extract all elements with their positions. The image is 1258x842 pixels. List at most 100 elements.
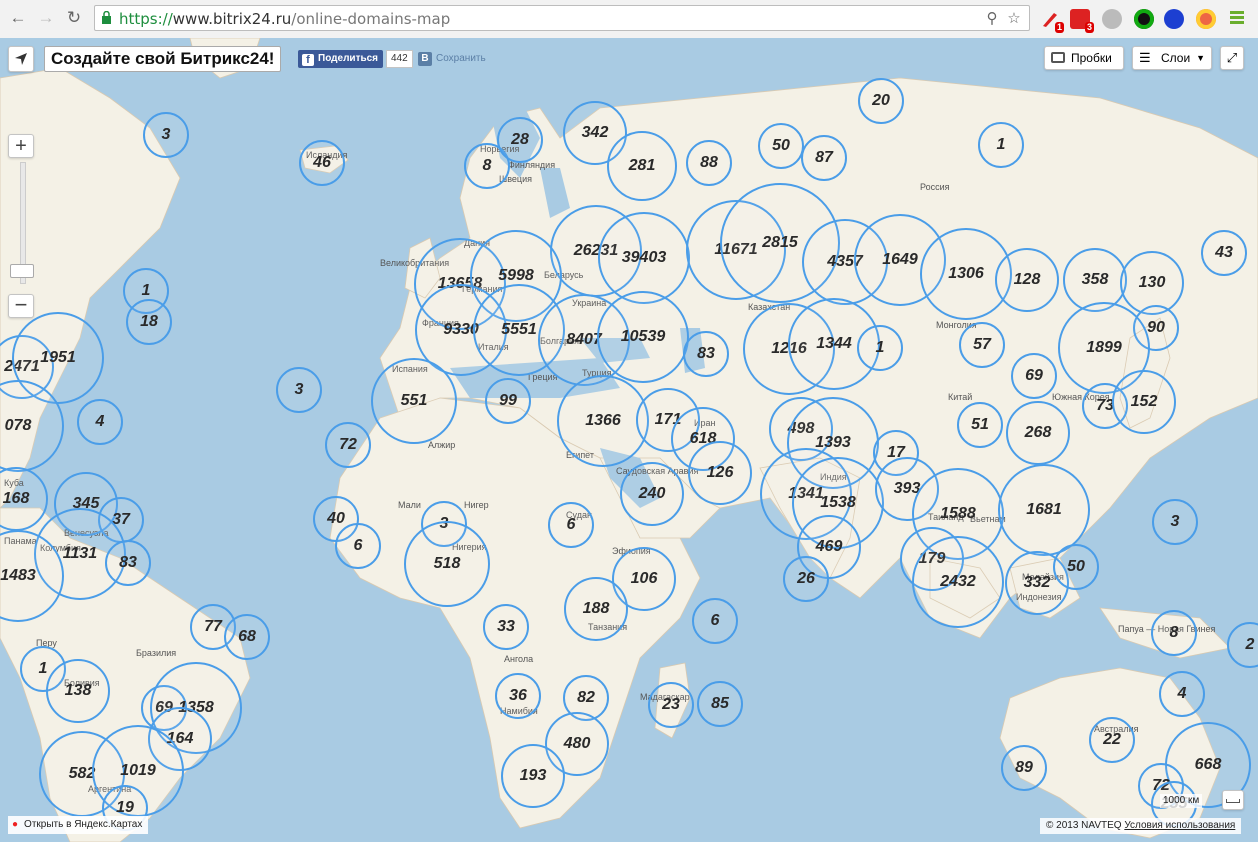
extension-globe-icon[interactable] <box>1102 9 1122 29</box>
cluster-count: 10539 <box>620 328 666 345</box>
cluster-count: 1538 <box>820 494 856 511</box>
extension-rocket-icon[interactable]: 1 <box>1040 9 1064 33</box>
cluster-count: 1588 <box>940 505 976 522</box>
cluster-count: 57 <box>973 336 991 353</box>
map-pin-icon: ● <box>12 819 19 830</box>
cluster-count: 1131 <box>62 545 98 562</box>
cluster-count: 188 <box>582 600 610 617</box>
vk-save-link[interactable]: Сохранить <box>436 52 486 66</box>
address-bar[interactable]: https://www.bitrix24.ru/online-domains-m… <box>94 5 1030 31</box>
reload-icon[interactable]: ↻ <box>64 8 84 28</box>
open-in-yandex-label: Открыть в Яндекс.Картах <box>24 819 143 830</box>
cluster-count: 1 <box>141 282 151 299</box>
cluster-count: 518 <box>433 555 461 572</box>
facebook-share-button[interactable]: f Поделиться <box>298 50 384 68</box>
cluster-count: 88 <box>700 154 718 171</box>
cluster-count: 1483 <box>0 567 36 584</box>
cluster-count: 130 <box>1138 274 1166 291</box>
url-scheme: https:// <box>119 10 173 28</box>
place-label: Ангола <box>504 654 534 664</box>
cluster-count: 46 <box>313 154 331 171</box>
url-path: /online-domains-map <box>291 10 451 28</box>
cluster-count: 83 <box>697 345 715 362</box>
expand-icon: ⤢ <box>1226 50 1238 65</box>
cluster-count: 1681 <box>1026 501 1062 518</box>
create-bitrix-button[interactable]: Создайте свой Битрикс24! <box>44 46 282 72</box>
cluster-count: 168 <box>2 490 30 507</box>
open-in-yandex-link[interactable]: ● Открыть в Яндекс.Картах <box>8 816 149 834</box>
cluster-count: 77 <box>204 618 222 635</box>
ruler-button[interactable] <box>1222 790 1244 810</box>
extension-bitrix-icon[interactable]: 3 <box>1070 9 1094 33</box>
share-count: 442 <box>386 50 413 68</box>
cluster-count: 1344 <box>816 335 852 352</box>
zoom-in-button[interactable]: + <box>8 134 34 158</box>
cluster-count: 72 <box>339 436 357 453</box>
locate-button[interactable] <box>8 46 34 72</box>
zoom-out-button[interactable]: − <box>8 294 34 318</box>
traffic-icon <box>1051 52 1065 63</box>
cluster-count: 1019 <box>120 762 156 779</box>
terms-link[interactable]: Условия использования <box>1124 820 1235 831</box>
cluster-count: 22 <box>1103 731 1121 748</box>
chevron-down-icon: ▼ <box>1196 53 1205 63</box>
cluster-count: 1306 <box>948 265 984 282</box>
zoom-slider-handle[interactable] <box>10 264 34 278</box>
cluster-count: 33 <box>497 618 515 635</box>
place-label: Нигер <box>464 500 489 510</box>
back-arrow-icon[interactable]: ← <box>8 8 28 28</box>
facebook-icon: f <box>302 54 314 66</box>
cluster-count: 5998 <box>498 267 534 284</box>
bookmark-star-icon[interactable]: ☆ <box>1005 10 1023 28</box>
cluster-count: 358 <box>1081 271 1109 288</box>
cluster-count: 1 <box>996 136 1006 153</box>
extension-camera-icon[interactable] <box>1134 9 1154 29</box>
cluster-count: 1 <box>875 339 885 356</box>
cluster-count: 4 <box>1177 685 1187 702</box>
cluster-count: 50 <box>772 137 790 154</box>
cluster-count: 18 <box>140 313 158 330</box>
cluster-count: 69 <box>1025 367 1043 384</box>
cluster-count: 6 <box>353 537 363 554</box>
fullscreen-button[interactable]: ⤢ <box>1220 46 1244 70</box>
vk-icon[interactable]: В <box>418 52 432 66</box>
cluster-count: 85 <box>711 695 729 712</box>
cluster-count: 480 <box>563 735 591 752</box>
cluster-count: 26 <box>797 570 815 587</box>
extension-chrome-icon[interactable] <box>1196 9 1216 29</box>
world-map[interactable]: Исландия Норвегия Финляндия Швеция Дания Вели… <box>0 38 1258 842</box>
cluster-count: 6 <box>566 516 576 533</box>
lock-icon <box>102 11 111 24</box>
place-label: Бразилия <box>136 648 177 658</box>
cluster-count: 40 <box>327 510 345 527</box>
cluster-count: 551 <box>400 392 428 409</box>
cluster-count: 20 <box>872 92 890 109</box>
copyright-text: © 2013 NAVTEQ <box>1046 820 1122 831</box>
scale-label: 1000 км <box>1160 794 1203 808</box>
cluster-count: 240 <box>638 485 666 502</box>
cluster-count: 87 <box>815 149 833 166</box>
cluster-count: 83 <box>119 554 137 571</box>
cluster-count: 43 <box>1215 244 1233 261</box>
cluster-count: 6 <box>710 612 720 629</box>
cluster-count: 23 <box>662 696 680 713</box>
zoom-icon[interactable]: ⚲ <box>983 10 1001 28</box>
layers-button[interactable]: ☰ Слои ▼ <box>1132 46 1212 70</box>
place-label: Мали <box>398 500 421 510</box>
extension-blue-icon[interactable] <box>1164 9 1184 29</box>
cluster-count: 078 <box>4 417 32 434</box>
cluster-count: 668 <box>1194 756 1222 773</box>
cluster-count: 28 <box>511 131 529 148</box>
cluster-count: 128 <box>1013 271 1041 288</box>
cluster-count: 2432 <box>940 573 976 590</box>
traffic-button[interactable]: Пробки <box>1044 46 1124 70</box>
cluster-count: 39403 <box>621 249 667 266</box>
cluster-count: 51 <box>971 416 989 433</box>
forward-arrow-icon[interactable]: → <box>36 8 56 28</box>
menu-icon[interactable] <box>1230 11 1244 25</box>
cluster-count: 332 <box>1023 574 1051 591</box>
cluster-count: 106 <box>630 570 658 587</box>
cluster-count: 82 <box>577 689 595 706</box>
cluster-count: 1366 <box>585 412 621 429</box>
cluster-count: 4 <box>95 413 105 430</box>
